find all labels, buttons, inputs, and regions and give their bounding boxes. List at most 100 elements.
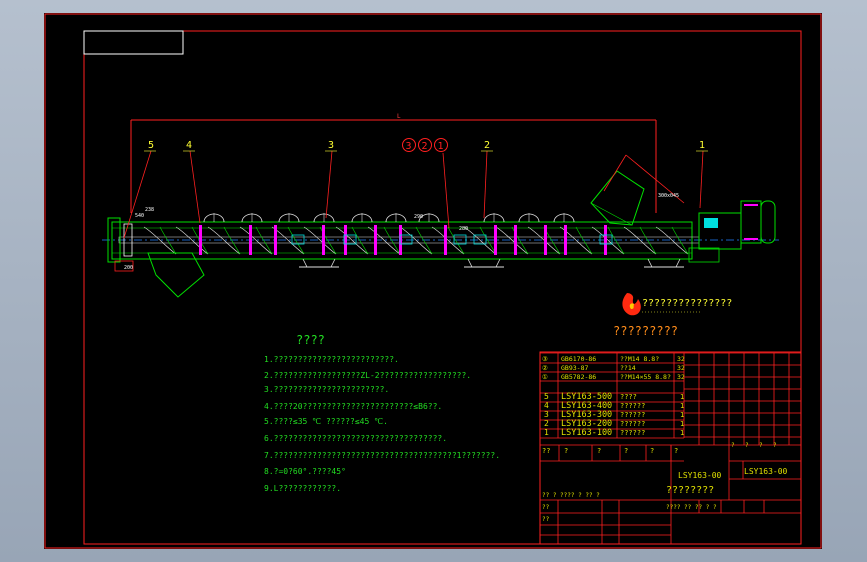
flight-curve: [415, 226, 433, 255]
flight-curve: [463, 226, 497, 255]
inner-frame: [83, 30, 802, 545]
std-row-spec: ??14: [620, 364, 636, 372]
std-row-idx: ②: [542, 364, 548, 372]
header-cell: ?: [650, 447, 654, 455]
header-cell: ?: [597, 447, 601, 455]
support-foot: [647, 258, 681, 268]
std-row-qty: 32: [677, 364, 685, 372]
circled-callouts: 3 2 1: [402, 138, 448, 152]
note-line-1: 1.?????????????????????????.: [264, 355, 399, 364]
hanger-bearing: [544, 225, 547, 255]
scale-row: ???? ?? ?? ? ?: [666, 504, 717, 511]
std-row-qty: 32: [677, 355, 685, 363]
header-cell: ??: [542, 447, 550, 455]
part-label-3: 3: [328, 140, 334, 151]
std-row-code: GB6170-86: [561, 355, 596, 363]
title-block: LSY163-00 LSY163-00 ???????? ?? ? ???? ?…: [542, 442, 788, 523]
hanger-bearing: [444, 225, 447, 255]
flight-curve: [623, 226, 657, 255]
std-row-spec: ??M14 8.8?: [620, 355, 659, 363]
part-label-2: 2: [484, 140, 490, 151]
part-row-idx: 2: [544, 419, 549, 428]
scale-header: ?: [759, 442, 763, 449]
dim-300x045: 300x045: [658, 193, 679, 199]
note-line-3: 3.???????????????????????.: [264, 385, 389, 394]
drawing-sheet: L 5 4 3 2 1 3 2 1 540 238 200 290 280 30…: [44, 13, 822, 549]
flight-curve: [479, 226, 497, 255]
part-row-qty: 1: [680, 402, 684, 410]
part-row-name: ??????: [620, 402, 645, 410]
flight-curve: [175, 226, 209, 255]
part-row-qty: 1: [680, 429, 684, 437]
scale-header: ?: [745, 442, 749, 449]
flight-curve: [239, 226, 273, 255]
overall-dimension-label: L: [397, 113, 401, 120]
logo-subtext: ?????????: [613, 324, 678, 338]
flight-curve: [591, 226, 625, 255]
flight-curve: [607, 226, 625, 255]
dim-280: 280: [459, 226, 468, 232]
dim-238: 238: [145, 207, 154, 213]
flight-curve: [207, 226, 241, 255]
flight-curve: [399, 226, 433, 255]
coupling: [291, 234, 305, 245]
screw-conveyor-drawing: L 5 4 3 2 1 3 2 1 540 238 200 290 280 30…: [102, 113, 779, 298]
part-leaders: [123, 150, 704, 239]
note-line-7: 7.??????????????????????????????????????…: [264, 451, 500, 460]
support-feet: [299, 258, 684, 268]
part-row-qty: 1: [680, 420, 684, 428]
drawing-svg: L 5 4 3 2 1 3 2 1 540 238 200 290 280 30…: [44, 13, 822, 549]
hanger-bearing: [514, 225, 517, 255]
flight-curve: [335, 226, 369, 255]
flight-curve: [223, 226, 241, 255]
flight-curve: [351, 226, 369, 255]
flight-curve: [495, 226, 529, 255]
hanger-bearing: [344, 225, 347, 255]
dim-290: 290: [414, 214, 423, 220]
note-line-6: 6.???????????????????????????????????.: [264, 434, 447, 443]
inlet-hopper: [590, 154, 685, 226]
flight-curve: [143, 226, 177, 255]
part-row-idx: 5: [544, 392, 549, 401]
drive-motor: [688, 200, 776, 263]
drawing-name: ????????: [666, 485, 714, 496]
flight-curve: [255, 226, 273, 255]
hanger-bearing: [322, 225, 325, 255]
sign-row: ??: [542, 516, 550, 523]
company-logo: ??????????????? ?????????: [613, 293, 732, 338]
flight-curve: [655, 226, 689, 255]
part-row-qty: 1: [680, 411, 684, 419]
hanger-bearing: [494, 225, 497, 255]
std-row-idx: ①: [542, 373, 548, 381]
flight-curve: [367, 226, 401, 255]
note-line-2: 2.??????????????????ZL-2????????????????…: [264, 371, 471, 380]
std-row-qty: 32: [677, 373, 685, 381]
callout-2: 2: [422, 141, 428, 152]
part-row-idx: 1: [544, 428, 549, 437]
std-row-code: GB5782-86: [561, 373, 596, 381]
dim-540: 540: [135, 213, 144, 219]
header-cell: ?: [624, 447, 628, 455]
logo-text: ???????????????: [642, 298, 732, 309]
flight-curve: [159, 226, 177, 255]
support-foot: [467, 258, 501, 268]
part-row-idx: 4: [544, 401, 549, 410]
note-line-9: 9.L????????????.: [264, 484, 341, 493]
flight-curve: [383, 226, 401, 255]
part-label-1: 1: [699, 140, 705, 151]
part-row-name: ??????: [620, 429, 645, 437]
flight-curve: [671, 226, 689, 255]
notes-title: ????: [296, 333, 325, 347]
cad-viewport[interactable]: L 5 4 3 2 1 3 2 1 540 238 200 290 280 30…: [0, 0, 867, 562]
scale-header: ?: [773, 442, 777, 449]
code-box: [83, 30, 184, 55]
callout-1: 1: [438, 141, 444, 152]
dim-200: 200: [124, 265, 133, 271]
part-row-idx: 3: [544, 410, 549, 419]
part-row-name: ????: [620, 393, 637, 401]
header-cell: ?: [564, 447, 568, 455]
drawing-number: LSY163-00: [678, 471, 722, 480]
note-line-8: 8.?=0?60°.????45°: [264, 467, 346, 476]
part-row-code: LSY163-100: [561, 428, 612, 438]
outlet-chute: [147, 252, 205, 298]
